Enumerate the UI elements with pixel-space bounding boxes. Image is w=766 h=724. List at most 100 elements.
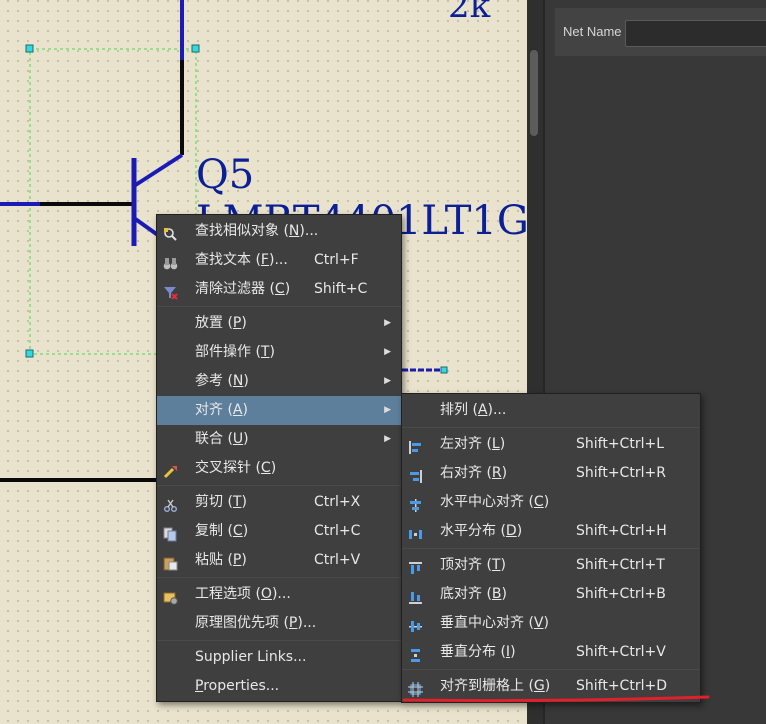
cross-probe-icon <box>163 461 178 479</box>
menu-item-label: 水平分布 (D) <box>440 523 523 539</box>
menu-item-label: 排列 (A)... <box>440 402 507 418</box>
menu-item-align-bottom[interactable]: 底对齐 (B) Shift+Ctrl+B <box>402 580 700 609</box>
red-annotation-underline <box>402 695 710 703</box>
submenu-arrow-icon: ▶ <box>384 376 391 386</box>
resistor-value-label: 2k <box>448 0 491 26</box>
menu-item-place[interactable]: 放置 (P) ▶ <box>157 309 401 338</box>
align-horizontal-center-icon <box>408 495 423 512</box>
distribute-vertical-icon <box>408 645 423 662</box>
menu-item-align-vertical-center[interactable]: 垂直中心对齐 (V) <box>402 609 700 638</box>
menu-item-label: 联合 (U) <box>195 431 249 447</box>
menu-item-part-actions[interactable]: 部件操作 (T) ▶ <box>157 338 401 367</box>
menu-separator <box>402 669 700 670</box>
shortcut: Ctrl+F <box>314 252 359 268</box>
menu-separator <box>402 427 700 428</box>
scissors-icon <box>163 495 178 512</box>
menu-item-label: 垂直中心对齐 (V) <box>440 615 549 631</box>
menu-item-arrange[interactable]: 排列 (A)... <box>402 396 700 425</box>
align-top-icon <box>408 558 423 574</box>
shortcut: Shift+Ctrl+R <box>576 465 666 481</box>
shortcut: Ctrl+C <box>314 523 361 539</box>
selection-handle <box>25 44 34 53</box>
menu-item-label: 交叉探针 (C) <box>195 460 277 476</box>
menu-item-align[interactable]: 对齐 (A) ▶ <box>157 396 401 425</box>
submenu-arrow-icon: ▶ <box>384 434 391 444</box>
submenu-arrow-icon: ▶ <box>384 347 391 357</box>
distribute-horizontal-icon <box>408 524 423 539</box>
menu-item-label: 水平中心对齐 (C) <box>440 494 550 510</box>
menu-item-find-text[interactable]: 查找文本 (F)... Ctrl+F <box>157 246 401 275</box>
menu-separator <box>157 485 401 486</box>
menu-item-label: 清除过滤器 (C) <box>195 281 291 297</box>
menu-item-label: 顶对齐 (T) <box>440 557 506 573</box>
menu-item-cut[interactable]: 剪切 (T) Ctrl+X <box>157 488 401 517</box>
menu-item-label: 底对齐 (B) <box>440 586 507 602</box>
shortcut: Shift+Ctrl+T <box>576 557 665 573</box>
submenu-arrow-icon: ▶ <box>384 405 391 415</box>
binoculars-icon <box>163 253 178 270</box>
menu-item-cross-probe[interactable]: 交叉探针 (C) <box>157 454 401 483</box>
designator-label: Q5 <box>196 152 255 198</box>
shortcut: Shift+Ctrl+B <box>576 586 666 602</box>
menu-separator <box>157 306 401 307</box>
selection-handle <box>440 366 448 374</box>
menu-item-union[interactable]: 联合 (U) ▶ <box>157 425 401 454</box>
menu-item-label: 粘贴 (P) <box>195 552 247 568</box>
copy-icon <box>163 524 178 542</box>
align-left-icon <box>408 437 423 454</box>
menu-separator <box>157 577 401 578</box>
net-name-input[interactable] <box>625 20 766 47</box>
menu-item-label: 原理图优先项 (P)... <box>195 615 317 631</box>
menu-item-distribute-horizontal[interactable]: 水平分布 (D) Shift+Ctrl+H <box>402 517 700 546</box>
menu-item-label: 垂直分布 (I) <box>440 644 516 660</box>
menu-item-label: 部件操作 (T) <box>195 344 275 360</box>
shortcut: Shift+Ctrl+V <box>576 644 666 660</box>
menu-item-references[interactable]: 参考 (N) ▶ <box>157 367 401 396</box>
menu-item-label: 对齐 (A) <box>195 402 248 418</box>
menu-separator <box>402 548 700 549</box>
context-menu: 查找相似对象 (N)... 查找文本 (F)... Ctrl+F 清除过滤器 (… <box>156 214 402 702</box>
project-options-icon <box>163 587 178 605</box>
menu-item-align-right[interactable]: 右对齐 (R) Shift+Ctrl+R <box>402 459 700 488</box>
net-name-label: Net Name <box>563 24 622 39</box>
menu-item-label: 剪切 (T) <box>195 494 247 510</box>
shortcut: Ctrl+X <box>314 494 361 510</box>
net-name-row: Net Name <box>555 8 766 56</box>
menu-item-find-similar[interactable]: 查找相似对象 (N)... <box>157 217 401 246</box>
submenu-arrow-icon: ▶ <box>384 318 391 328</box>
menu-item-label: 放置 (P) <box>195 315 247 331</box>
menu-item-distribute-vertical[interactable]: 垂直分布 (I) Shift+Ctrl+V <box>402 638 700 667</box>
menu-item-align-horizontal-center[interactable]: 水平中心对齐 (C) <box>402 488 700 517</box>
align-submenu: 排列 (A)... 左对齐 (L) Shift+Ctrl+L 右对齐 (R) S… <box>401 393 701 703</box>
menu-item-label: 右对齐 (R) <box>440 465 508 481</box>
menu-separator <box>157 640 401 641</box>
menu-item-clear-filter[interactable]: 清除过滤器 (C) Shift+C <box>157 275 401 304</box>
transistor-collector <box>132 153 184 188</box>
menu-item-label: 查找文本 (F)... <box>195 252 288 268</box>
shortcut: Shift+Ctrl+L <box>576 436 664 452</box>
menu-item-paste[interactable]: 粘贴 (P) Ctrl+V <box>157 546 401 575</box>
align-right-icon <box>408 466 423 483</box>
menu-item-label: Supplier Links... <box>195 649 307 665</box>
align-bottom-icon <box>408 587 423 604</box>
menu-item-project-options[interactable]: 工程选项 (O)... <box>157 580 401 609</box>
shortcut: Shift+Ctrl+H <box>576 523 667 539</box>
menu-item-label: Properties... <box>195 678 280 694</box>
menu-item-schematic-preferences[interactable]: 原理图优先项 (P)... <box>157 609 401 638</box>
menu-item-label: 工程选项 (O)... <box>195 586 291 602</box>
menu-item-supplier-links[interactable]: Supplier Links... <box>157 643 401 672</box>
align-to-grid-icon <box>408 679 423 697</box>
menu-item-align-left[interactable]: 左对齐 (L) Shift+Ctrl+L <box>402 430 700 459</box>
find-similar-icon <box>163 224 178 241</box>
menu-item-properties[interactable]: Properties... <box>157 672 401 701</box>
menu-item-label: 复制 (C) <box>195 523 249 539</box>
menu-item-label: 参考 (N) <box>195 373 249 389</box>
scrollbar-thumb[interactable] <box>530 50 538 136</box>
shortcut: Ctrl+V <box>314 552 361 568</box>
align-vertical-center-icon <box>408 616 423 632</box>
menu-item-align-top[interactable]: 顶对齐 (T) Shift+Ctrl+T <box>402 551 700 580</box>
shortcut: Shift+C <box>314 281 368 297</box>
selection-handle <box>191 44 200 53</box>
menu-item-copy[interactable]: 复制 (C) Ctrl+C <box>157 517 401 546</box>
clear-filter-icon <box>163 282 178 300</box>
